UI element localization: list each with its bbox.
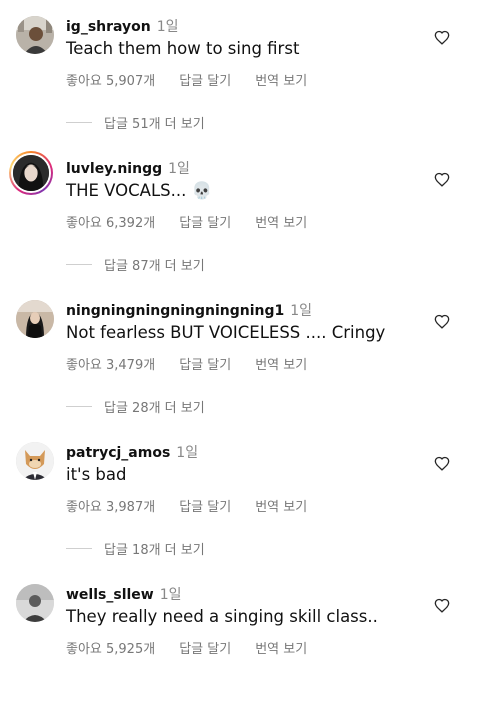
- replies-divider: [66, 264, 92, 265]
- timestamp: 1일: [176, 445, 199, 461]
- reply-button[interactable]: 답글 달기: [179, 74, 231, 89]
- heart-icon[interactable]: [434, 598, 450, 613]
- username[interactable]: ningningningningningning1: [66, 303, 284, 319]
- translate-button[interactable]: 번역 보기: [255, 216, 307, 231]
- replies-divider: [66, 122, 92, 123]
- view-replies-label: 답글 18개 더 보기: [104, 543, 205, 558]
- view-replies-label: 답글 87개 더 보기: [104, 259, 205, 274]
- avatar[interactable]: [16, 584, 54, 622]
- view-replies-label: 답글 51개 더 보기: [104, 117, 205, 132]
- comment-text: Not fearless BUT VOICELESS .... Cringy: [66, 323, 386, 342]
- comment-item: luvley.ningg 1일 THE VOCALS... 💀 좋아요 6,392…: [0, 142, 480, 284]
- avatar[interactable]: [9, 151, 53, 195]
- avatar[interactable]: [16, 442, 54, 480]
- likes-count[interactable]: 좋아요 3,479개: [66, 358, 155, 373]
- likes-count[interactable]: 좋아요 5,907개: [66, 74, 155, 89]
- view-replies-button[interactable]: 답글 28개 더 보기: [66, 397, 205, 416]
- timestamp: 1일: [168, 161, 190, 177]
- reply-button[interactable]: 답글 달기: [179, 358, 231, 373]
- timestamp: 1일: [156, 19, 179, 35]
- comment-item: ig_shrayon 1일 Teach them how to sing firs…: [0, 0, 480, 142]
- translate-button[interactable]: 번역 보기: [255, 642, 307, 657]
- likes-count[interactable]: 좋아요 6,392개: [66, 216, 155, 231]
- timestamp: 1일: [290, 303, 313, 319]
- heart-icon[interactable]: [434, 314, 450, 329]
- likes-count[interactable]: 좋아요 3,987개: [66, 500, 155, 515]
- avatar[interactable]: [16, 16, 54, 54]
- heart-icon[interactable]: [434, 30, 450, 45]
- comment-item: wells_sllew 1일 They really need a singing…: [0, 568, 480, 710]
- translate-button[interactable]: 번역 보기: [255, 500, 307, 515]
- replies-divider: [66, 548, 92, 549]
- reply-button[interactable]: 답글 달기: [179, 642, 231, 657]
- heart-icon[interactable]: [434, 456, 450, 471]
- comment-item: ningningningningningning1 1일 Not fearless…: [0, 284, 480, 426]
- view-replies-label: 답글 28개 더 보기: [104, 401, 205, 416]
- username[interactable]: wells_sllew: [66, 587, 154, 603]
- username[interactable]: patrycj_amos: [66, 445, 170, 461]
- comment-text: it's bad: [66, 465, 127, 484]
- likes-count[interactable]: 좋아요 5,925개: [66, 642, 155, 657]
- comment-text: THE VOCALS... 💀: [66, 181, 213, 200]
- reply-button[interactable]: 답글 달기: [179, 216, 231, 231]
- comment-text: Teach them how to sing first: [66, 39, 300, 58]
- view-replies-button[interactable]: 답글 87개 더 보기: [66, 255, 205, 274]
- username[interactable]: luvley.ningg: [66, 161, 162, 177]
- reply-button[interactable]: 답글 달기: [179, 500, 231, 515]
- heart-icon[interactable]: [434, 172, 450, 187]
- comment-text: They really need a singing skill class..: [66, 607, 378, 626]
- comment-item: patrycj_amos 1일 it's bad 좋아요 3,987개 답글 달기 번…: [0, 426, 480, 568]
- view-replies-button[interactable]: 답글 51개 더 보기: [66, 113, 205, 132]
- timestamp: 1일: [159, 587, 182, 603]
- translate-button[interactable]: 번역 보기: [255, 358, 307, 373]
- view-replies-button[interactable]: 답글 18개 더 보기: [66, 539, 205, 558]
- username[interactable]: ig_shrayon: [66, 19, 151, 35]
- translate-button[interactable]: 번역 보기: [255, 74, 307, 89]
- avatar[interactable]: [16, 300, 54, 338]
- replies-divider: [66, 406, 92, 407]
